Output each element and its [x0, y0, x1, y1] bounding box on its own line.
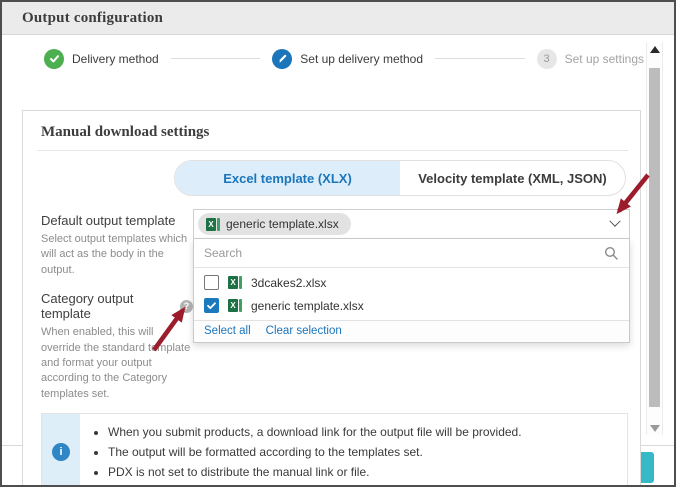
- info-strip: i: [42, 414, 80, 487]
- chevron-down-icon[interactable]: [609, 216, 620, 227]
- step-delivery-method[interactable]: Delivery method: [44, 49, 159, 69]
- scroll-up-button[interactable]: [647, 42, 662, 56]
- template-option-list: X 3dcakes2.xlsx X generic template.xlsx: [194, 268, 629, 320]
- step-number: 3: [537, 49, 557, 69]
- template-dropdown-panel: X 3dcakes2.xlsx X generic template.xlsx: [193, 239, 630, 343]
- pencil-icon: [272, 49, 292, 69]
- output-configuration-dialog: Output configuration Delivery method Set…: [0, 0, 676, 487]
- info-icon: i: [52, 443, 70, 461]
- option-generic-template[interactable]: X generic template.xlsx: [194, 294, 629, 317]
- excel-file-icon: X: [206, 218, 220, 231]
- labels-column: Default output template Select output te…: [35, 209, 193, 402]
- category-output-template-label: Category output template: [41, 291, 174, 321]
- selected-template-chip-label: generic template.xlsx: [226, 217, 339, 231]
- selected-template-chip[interactable]: X generic template.xlsx: [198, 213, 351, 235]
- manual-download-settings-card: Manual download settings Excel template …: [22, 110, 641, 487]
- divider: [37, 150, 628, 151]
- control-column: X generic template.xlsx: [193, 209, 630, 343]
- info-bullet: The output will be formatted according t…: [108, 442, 522, 462]
- step-setup-delivery-method[interactable]: Set up delivery method: [272, 49, 423, 69]
- option-3dcakes2[interactable]: X 3dcakes2.xlsx: [194, 271, 629, 294]
- help-icon[interactable]: ?: [180, 300, 193, 313]
- default-output-template-label: Default output template: [41, 213, 175, 228]
- info-bullet: When you submit products, a download lin…: [108, 422, 522, 442]
- template-tabs: Excel template (XLX) Velocity template (…: [174, 160, 626, 196]
- default-output-template-help: Select output templates which will act a…: [41, 232, 193, 278]
- step-setup-settings[interactable]: 3 Set up settings: [537, 49, 644, 69]
- default-output-template-block: Default output template Select output te…: [41, 213, 193, 278]
- wizard-stepper: Delivery method Set up delivery method 3…: [2, 35, 674, 69]
- category-output-template-help: When enabled, this will override the sta…: [41, 325, 193, 402]
- select-all-link[interactable]: Select all: [204, 325, 251, 337]
- section-heading: Manual download settings: [35, 124, 630, 141]
- search-input[interactable]: [204, 246, 604, 260]
- dropdown-search-row: [194, 239, 629, 268]
- tab-velocity-template[interactable]: Velocity template (XML, JSON): [400, 161, 625, 195]
- clear-selection-link[interactable]: Clear selection: [266, 325, 342, 337]
- triangle-up-icon: [650, 46, 660, 53]
- checkbox-unchecked[interactable]: [204, 275, 219, 290]
- info-box: i When you submit products, a download l…: [41, 413, 628, 487]
- tab-excel-template[interactable]: Excel template (XLX): [175, 161, 400, 195]
- step-connector: [171, 58, 261, 59]
- option-label: generic template.xlsx: [251, 299, 364, 313]
- page-title: Output configuration: [22, 10, 163, 27]
- check-icon: [44, 49, 64, 69]
- dialog-header: Output configuration: [2, 2, 674, 35]
- excel-file-icon: X: [228, 276, 242, 289]
- step-label: Set up delivery method: [300, 52, 423, 66]
- template-multiselect[interactable]: X generic template.xlsx: [193, 209, 630, 239]
- step-connector: [435, 58, 525, 59]
- scrollbar-thumb[interactable]: [649, 68, 660, 407]
- checkbox-checked[interactable]: [204, 298, 219, 313]
- step-label: Delivery method: [72, 52, 159, 66]
- scroll-down-button[interactable]: [647, 421, 662, 435]
- info-bullet-list: When you submit products, a download lin…: [80, 414, 532, 487]
- category-output-template-block: Category output template ? When enabled,…: [41, 291, 193, 402]
- dialog-body: Delivery method Set up delivery method 3…: [2, 35, 674, 445]
- excel-file-icon: X: [228, 299, 242, 312]
- search-icon: [604, 246, 619, 261]
- info-bullet: PDX is not set to distribute the manual …: [108, 462, 522, 482]
- option-label: 3dcakes2.xlsx: [251, 276, 326, 290]
- step-label: Set up settings: [565, 52, 644, 66]
- dropdown-footer: Select all Clear selection: [194, 320, 629, 342]
- vertical-scrollbar[interactable]: [646, 42, 663, 435]
- template-form-row: Default output template Select output te…: [35, 209, 630, 402]
- triangle-down-icon: [650, 425, 660, 432]
